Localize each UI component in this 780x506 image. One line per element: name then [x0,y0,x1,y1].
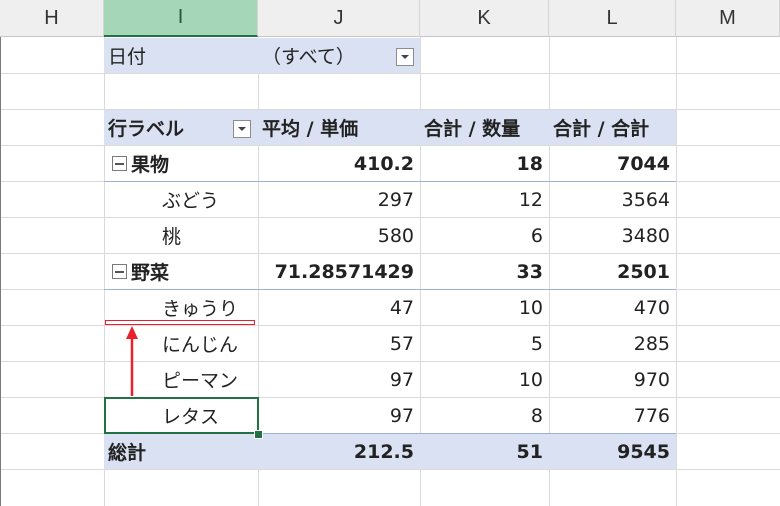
pivot-cell-avg[interactable]: 97 [258,398,420,433]
pivot-row-label[interactable]: ぶどう [162,182,258,217]
pivot-cell-avg[interactable]: 580 [258,218,420,253]
gridline [0,73,780,74]
insertion-indicator [105,320,255,325]
pivot-cell-total[interactable]: 285 [549,326,676,361]
column-header-l[interactable]: L [549,0,676,37]
pivot-row-label[interactable]: 桃 [162,218,258,253]
pivot-row-label[interactable]: ピーマン [162,362,258,397]
pivot-cell-avg[interactable]: 97 [258,362,420,397]
column-header-i[interactable]: I [104,0,258,37]
pivot-cell-avg[interactable]: 71.28571429 [258,254,420,289]
pivot-cell-qty[interactable]: 10 [420,290,549,325]
gridline [676,37,677,506]
pivot-cell-avg[interactable]: 57 [258,326,420,361]
pivot-cell-total[interactable]: 3480 [549,218,676,253]
pivot-cell-avg[interactable]: 297 [258,182,420,217]
pivot-cell-total[interactable]: 776 [549,398,676,433]
row-header-edge [0,37,1,506]
row-labels-filter-button[interactable] [233,120,251,138]
chevron-down-icon [238,127,246,131]
grand-total-avg[interactable]: 212.5 [258,434,420,469]
filter-dropdown-button[interactable] [396,48,414,66]
pivot-header-sum-qty: 合計 / 数量 [424,118,521,140]
selected-cell-outline[interactable] [104,397,259,434]
pivot-cell-avg[interactable]: 47 [258,290,420,325]
fill-handle[interactable] [254,430,263,439]
up-arrow-icon [126,326,138,396]
pivot-cell-qty[interactable]: 5 [420,326,549,361]
pivot-header-sum-total: 合計 / 合計 [553,118,650,140]
pivot-cell-qty[interactable]: 18 [420,146,549,181]
column-header-k[interactable]: K [420,0,549,37]
filter-value[interactable]: （すべて） [262,38,392,73]
pivot-row-label[interactable]: 果物 [112,146,258,181]
pivot-row-label[interactable]: 野菜 [112,254,258,289]
gridline [0,469,780,470]
pivot-cell-qty[interactable]: 6 [420,218,549,253]
pivot-cell-total[interactable]: 2501 [549,254,676,289]
pivot-header-avg-price: 平均 / 単価 [262,118,359,140]
column-header-h[interactable]: H [0,0,104,37]
pivot-header-row-labels: 行ラベル [108,118,185,140]
pivot-cell-qty[interactable]: 8 [420,398,549,433]
filter-label: 日付 [108,46,147,68]
spreadsheet: H I J K L M 日付 （すべて） 行ラベル 平均 / 単価 合計 / 数… [0,0,780,506]
grand-total-qty[interactable]: 51 [420,434,549,469]
pivot-cell-total[interactable]: 970 [549,362,676,397]
pivot-cell-total[interactable]: 470 [549,290,676,325]
column-header-m[interactable]: M [676,0,780,37]
collapse-icon[interactable] [112,156,127,171]
pivot-cell-qty[interactable]: 10 [420,362,549,397]
pivot-row-label[interactable]: にんじん [162,326,258,361]
chevron-down-icon [401,55,409,59]
grand-total-label: 総計 [108,442,147,464]
pivot-cell-total[interactable]: 7044 [549,146,676,181]
pivot-cell-avg[interactable]: 410.2 [258,146,420,181]
collapse-icon[interactable] [112,264,127,279]
pivot-cell-qty[interactable]: 12 [420,182,549,217]
pivot-cell-total[interactable]: 3564 [549,182,676,217]
pivot-cell-qty[interactable]: 33 [420,254,549,289]
grand-total-total[interactable]: 9545 [549,434,676,469]
column-header-j[interactable]: J [258,0,420,37]
